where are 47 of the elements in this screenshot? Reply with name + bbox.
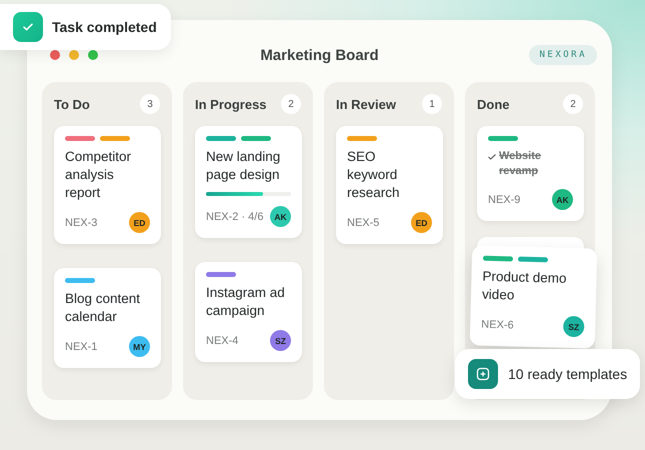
templates-text: 10 ready templates bbox=[508, 366, 628, 382]
check-icon bbox=[13, 12, 43, 42]
task-card[interactable]: Website revamp NEX-9 AK bbox=[477, 126, 584, 221]
column-title: In Review bbox=[336, 96, 396, 112]
task-id: NEX-5 bbox=[347, 216, 380, 228]
task-card[interactable]: New landing page design NEX-2 · 4/6 AK bbox=[195, 126, 302, 238]
task-id: NEX-6 bbox=[481, 318, 514, 331]
task-card[interactable]: SEO keyword research NEX-5 ED bbox=[336, 126, 443, 244]
card-title: Competitor analysis report bbox=[65, 148, 132, 202]
count-badge: 1 bbox=[422, 94, 442, 114]
brand-badge: NEXORA bbox=[529, 45, 597, 65]
column-title: In Progress bbox=[195, 96, 267, 112]
card-title: Blog content calendar bbox=[65, 290, 142, 326]
minimize-button[interactable] bbox=[69, 50, 79, 60]
column-title: To Do bbox=[54, 96, 90, 112]
task-card[interactable]: Product demo video NEX-6 SZ bbox=[470, 245, 598, 349]
check-icon bbox=[488, 154, 496, 160]
close-button[interactable] bbox=[50, 50, 60, 60]
card-title: SEO keyword research bbox=[347, 148, 401, 202]
card-title: Product demo video bbox=[482, 268, 568, 304]
count-badge: 3 bbox=[140, 94, 160, 114]
task-id: NEX-3 bbox=[65, 216, 98, 228]
avatar: MY bbox=[129, 336, 150, 357]
toast-text: Task completed bbox=[52, 19, 157, 35]
column-title: Done bbox=[477, 96, 510, 112]
avatar: SZ bbox=[562, 316, 584, 338]
maximize-button[interactable] bbox=[88, 50, 98, 60]
card-title: New landing page design bbox=[206, 148, 282, 184]
card-title: Website revamp bbox=[499, 149, 542, 179]
count-badge: 2 bbox=[563, 94, 583, 114]
plus-icon bbox=[468, 359, 498, 389]
avatar: AK bbox=[552, 189, 573, 210]
task-id: NEX-4 bbox=[206, 334, 238, 346]
task-card[interactable]: Blog content calendar NEX-1 MY bbox=[54, 268, 161, 368]
avatar: AK bbox=[270, 206, 291, 227]
task-id: NEX-1 bbox=[65, 340, 98, 352]
avatar: ED bbox=[129, 212, 150, 233]
window-title: Marketing Board bbox=[260, 46, 379, 64]
avatar: SZ bbox=[270, 330, 291, 351]
task-card[interactable]: Instagram ad campaign NEX-4 SZ bbox=[195, 262, 302, 362]
count-badge: 2 bbox=[281, 94, 301, 114]
templates-card[interactable]: 10 ready templates bbox=[455, 349, 640, 399]
avatar: ED bbox=[411, 212, 432, 233]
task-id: NEX-9 bbox=[488, 194, 520, 206]
task-id: NEX-2 · 4/6 bbox=[206, 210, 264, 222]
card-title: Instagram ad campaign bbox=[206, 284, 286, 320]
task-card[interactable]: Competitor analysis report NEX-3 ED bbox=[54, 126, 161, 244]
